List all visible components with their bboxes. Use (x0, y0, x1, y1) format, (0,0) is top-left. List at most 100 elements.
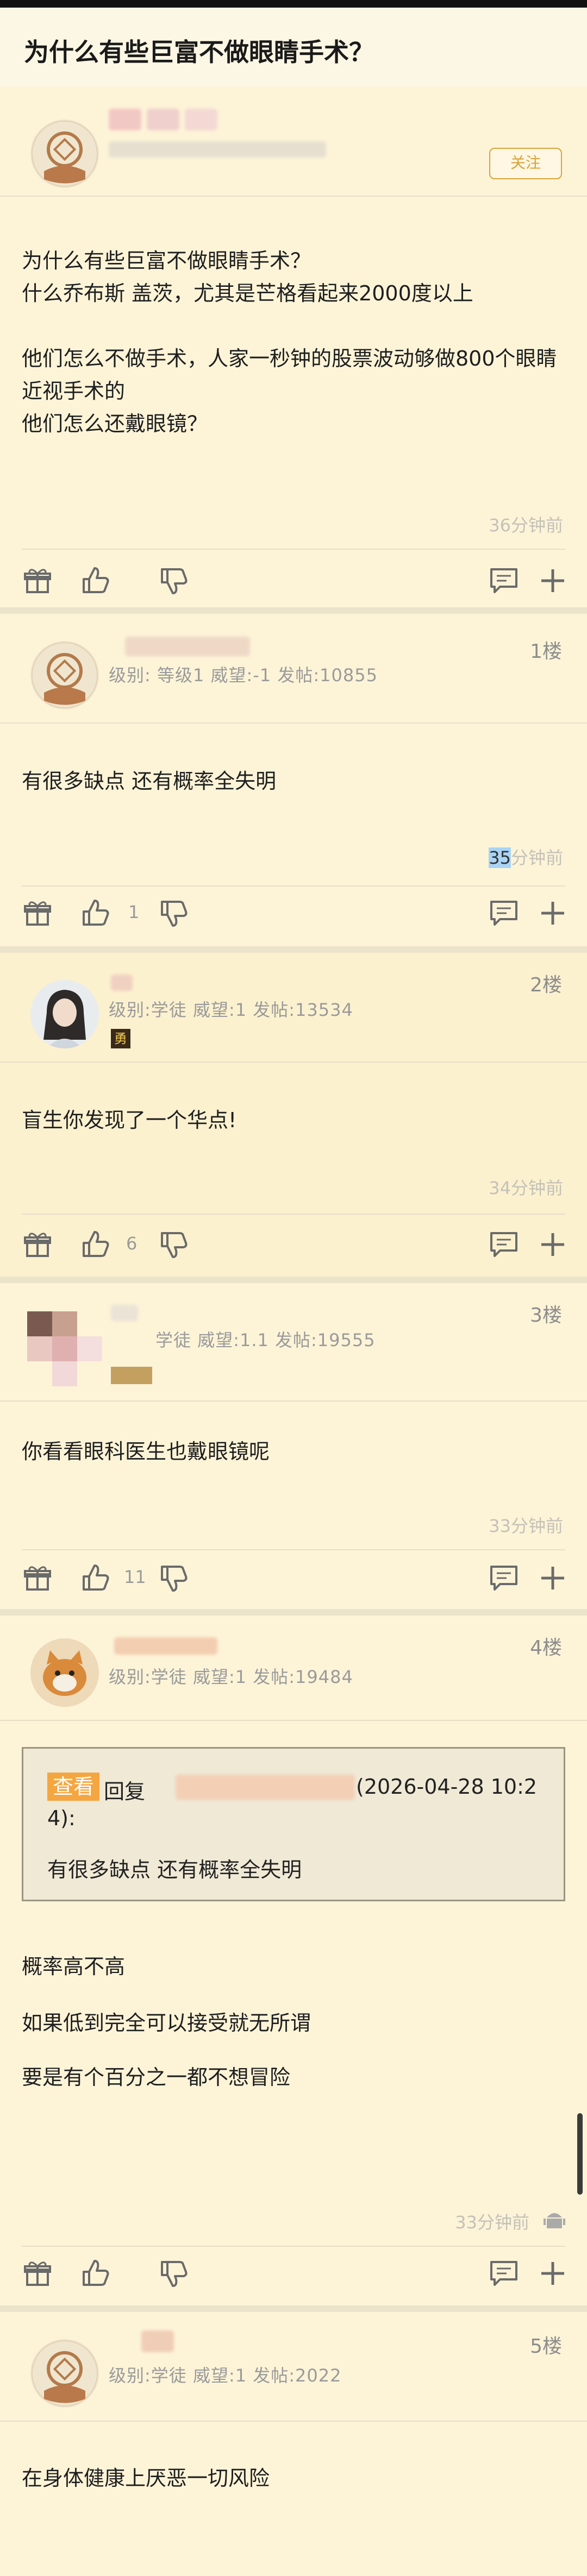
reply-post: 级别:学徒 威望:1 发帖:13534 勇 2楼 盲生你发现了一个华点! 34分… (0, 953, 587, 1277)
scrollbar[interactable] (577, 2113, 583, 2195)
plus-icon[interactable] (537, 897, 569, 929)
android-icon (542, 2208, 566, 2232)
floor-number: 2楼 (530, 974, 562, 996)
view-quote-button[interactable]: 查看 (47, 1773, 100, 1801)
plus-icon[interactable] (537, 1229, 569, 1260)
timestamp: 34分钟前 (489, 1178, 563, 1198)
post-content-line: 要是有个百分之一都不想冒险 (22, 2065, 291, 2089)
post-content: 盲生你发现了一个华点! (22, 1108, 237, 1132)
timestamp-number: 35 (489, 847, 511, 868)
reply-post: 学徒 威望:1.1 发帖:19555 3楼 你看看眼科医生也戴眼镜呢 33分钟前… (0, 1283, 587, 1609)
thumbs-up-icon[interactable] (79, 2258, 111, 2289)
thumbs-down-icon[interactable] (158, 565, 189, 596)
thumbs-up-icon[interactable] (79, 897, 111, 929)
user-meta: 级别:学徒 威望:1 发帖:13534 (109, 1000, 353, 1020)
username-redacted (111, 975, 133, 991)
gift-icon[interactable] (22, 1229, 53, 1260)
username-redacted (109, 109, 141, 130)
follow-button[interactable]: 关注 (489, 148, 562, 179)
divider (0, 1400, 587, 1402)
thumbs-down-icon[interactable] (158, 1562, 189, 1594)
quote-date: (2026-04-28 10:2 (356, 1775, 538, 1799)
divider (22, 2246, 565, 2247)
divider (22, 1549, 565, 1550)
reply-post: 级别:学徒 威望:1 发帖:19484 4楼 查看 回复 (2026-04-28… (0, 1616, 587, 2305)
quote-text: 有很多缺点 还有概率全失明 (47, 1858, 302, 1882)
timestamp: 33分钟前 (455, 2212, 529, 2233)
thumbs-down-icon[interactable] (158, 1229, 189, 1260)
comment-icon[interactable] (488, 1229, 520, 1260)
user-meta-redacted (109, 141, 326, 158)
like-count: 6 (126, 1233, 138, 1254)
like-count: 1 (128, 902, 140, 922)
op-content: 为什么有些巨富不做眼睛手术？ 什么乔布斯 盖茨，尤其是芒格看起来2000度以上 … (22, 249, 557, 436)
plus-icon[interactable] (537, 565, 569, 596)
post-content-line: 如果低到完全可以接受就无所谓 (22, 2011, 311, 2035)
floor-number: 4楼 (530, 1637, 562, 1659)
divider (22, 549, 565, 550)
divider (0, 1720, 587, 1721)
divider (0, 196, 587, 197)
thumbs-up-icon[interactable] (79, 565, 111, 596)
quote-block: 查看 回复 (2026-04-28 10:2 4): 有很多缺点 还有概率全失明 (22, 1747, 565, 1901)
post-content-line: 概率高不高 (22, 1955, 126, 1978)
quote-date-cont: 4): (47, 1806, 76, 1830)
gift-icon[interactable] (22, 2258, 53, 2289)
avatar[interactable] (30, 1638, 99, 1707)
separator (0, 2305, 587, 2312)
timestamp: 35分钟前 (489, 844, 563, 869)
thumbs-up-icon[interactable] (79, 1229, 111, 1260)
plus-icon[interactable] (537, 2258, 569, 2289)
username-redacted (111, 1305, 138, 1321)
separator (0, 946, 587, 953)
gift-icon[interactable] (22, 1562, 53, 1594)
timestamp: 36分钟前 (489, 515, 563, 536)
username-redacted (125, 637, 250, 656)
quoted-user-redacted (176, 1775, 355, 1800)
user-meta: 级别:学徒 威望:1 发帖:2022 (109, 2365, 342, 2386)
floor-number: 5楼 (530, 2335, 562, 2358)
divider (0, 2421, 587, 2422)
comment-icon[interactable] (488, 897, 520, 929)
user-meta: 学徒 威望:1.1 发帖:19555 (155, 1330, 376, 1350)
reply-label: 回复 (104, 1780, 146, 1804)
avatar[interactable] (30, 980, 99, 1048)
floor-number: 1楼 (530, 640, 562, 663)
badge: 勇 (111, 1029, 130, 1048)
username-redacted (114, 1637, 217, 1655)
user-meta: 级别: 等级1 威望:-1 发帖:10855 (109, 665, 378, 686)
thumbs-up-icon[interactable] (79, 1562, 111, 1594)
like-count: 11 (124, 1567, 146, 1587)
divider (22, 1214, 565, 1215)
separator (0, 607, 587, 614)
avatar[interactable] (30, 120, 99, 188)
separator (0, 1609, 587, 1616)
comment-icon[interactable] (488, 565, 520, 596)
username-redacted (141, 2330, 174, 2352)
thumbs-down-icon[interactable] (158, 897, 189, 929)
separator (0, 1277, 587, 1283)
comment-icon[interactable] (488, 2258, 520, 2289)
gift-icon[interactable] (22, 565, 53, 596)
status-bar (0, 0, 587, 8)
gift-icon[interactable] (22, 897, 53, 929)
post-content: 你看看眼科医生也戴眼镜呢 (22, 1440, 270, 1463)
badge (111, 1367, 152, 1384)
page-title: 为什么有些巨富不做眼睛手术？ (24, 37, 374, 67)
floor-number: 3楼 (530, 1304, 562, 1327)
avatar[interactable] (30, 641, 99, 709)
avatar[interactable] (30, 2339, 99, 2408)
reply-post: 级别: 等级1 威望:-1 发帖:10855 1楼 有很多缺点 还有概率全失明 … (0, 614, 587, 946)
avatar[interactable] (27, 1311, 103, 1387)
divider (0, 1061, 587, 1063)
timestamp-suffix: 分钟前 (510, 847, 563, 868)
plus-icon[interactable] (537, 1562, 569, 1594)
username-redacted (185, 109, 217, 130)
divider (0, 722, 587, 724)
user-meta: 级别:学徒 威望:1 发帖:19484 (109, 1667, 353, 1687)
timestamp: 33分钟前 (489, 1516, 563, 1536)
thumbs-down-icon[interactable] (158, 2258, 189, 2289)
comment-icon[interactable] (488, 1562, 520, 1594)
divider (22, 885, 565, 887)
post-content: 在身体健康上厌恶一切风险 (22, 2466, 270, 2490)
